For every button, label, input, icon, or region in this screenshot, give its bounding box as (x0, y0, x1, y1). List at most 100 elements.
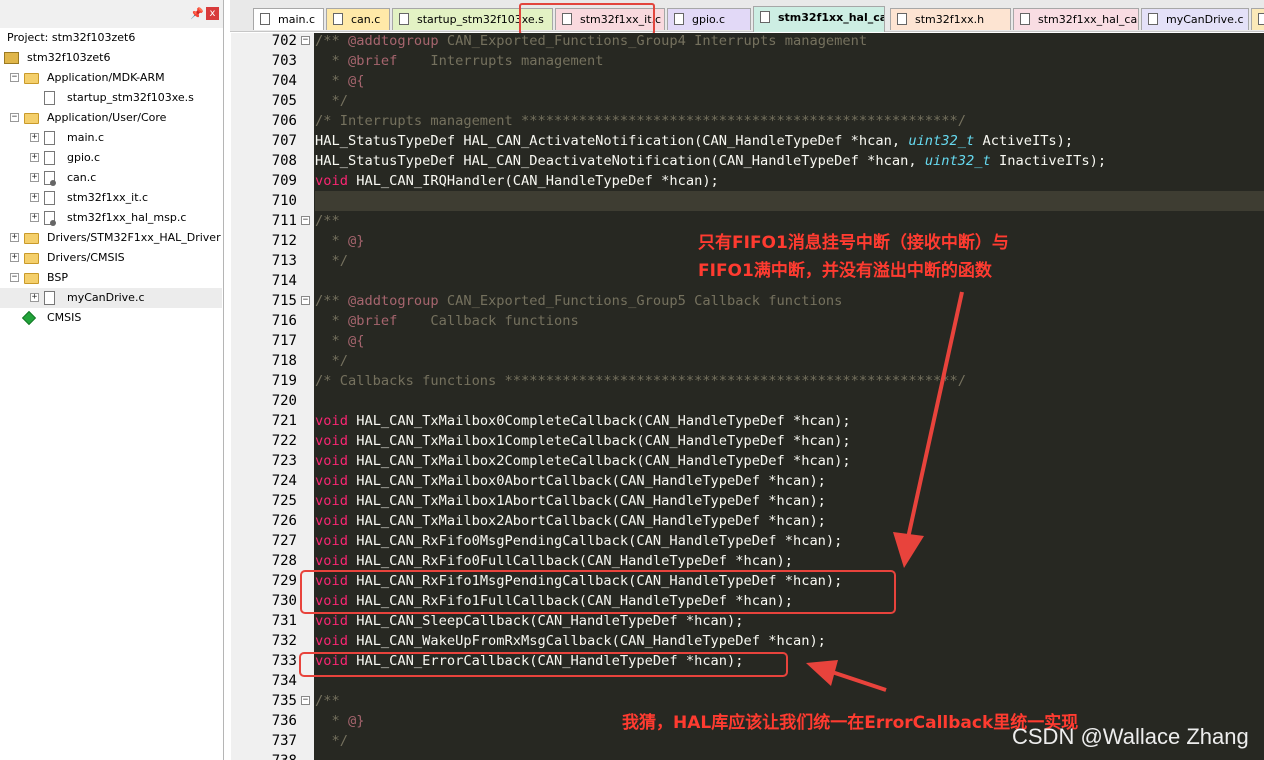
tab-startup-stm32f103xe-s[interactable]: startup_stm32f103xe.s (392, 8, 553, 30)
code-token: /* Callbacks functions *****************… (315, 373, 967, 389)
close-panel-icon[interactable]: x (206, 7, 219, 20)
tree-item[interactable]: CMSIS (0, 308, 222, 328)
pin-icon[interactable]: 📌 (190, 7, 204, 20)
code-line[interactable]: void HAL_CAN_RxFifo0MsgPendingCallback(C… (315, 531, 1264, 551)
tree-item[interactable]: + Drivers/STM32F1xx_HAL_Driver (0, 228, 222, 248)
tree-item[interactable]: + stm32f1xx_hal_msp.c (0, 208, 222, 228)
code-editor[interactable]: 702−703 704 705 706 707 708 709 710 711−712 713 71… (231, 33, 1264, 760)
collapse-icon[interactable]: − (10, 273, 19, 282)
code-line[interactable]: /* Interrupts management ***************… (315, 111, 1264, 131)
code-token: void (315, 613, 348, 629)
project-title: Project: stm32f103zet6 (0, 28, 222, 48)
tree-item[interactable]: − BSP (0, 268, 222, 288)
code-area[interactable]: /** @addtogroup CAN_Exported_Functions_G… (315, 33, 1264, 760)
tree-item[interactable]: + gpio.c (0, 148, 222, 168)
code-line[interactable]: HAL_StatusTypeDef HAL_CAN_ActivateNotifi… (315, 131, 1264, 151)
tree-item-label: stm32f103zet6 (27, 51, 111, 64)
code-line[interactable]: void HAL_CAN_SleepCallback(CAN_HandleTyp… (315, 611, 1264, 631)
code-line[interactable] (315, 391, 1264, 411)
file-icon (44, 131, 55, 145)
code-token: HAL_CAN_IRQHandler(CAN_HandleTypeDef *hc… (347, 173, 719, 189)
expand-icon[interactable]: + (30, 133, 39, 142)
tab-stm32f1xx-h[interactable]: stm32f1xx.h (890, 8, 1011, 30)
tab-label: stm32f1xx.h (915, 13, 985, 26)
tree-item[interactable]: + Drivers/CMSIS (0, 248, 222, 268)
tree-item[interactable]: − Application/User/Core (0, 108, 222, 128)
code-line[interactable]: /* Callbacks functions *****************… (315, 371, 1264, 391)
tab-stm32f1xx-hal-can-h[interactable]: stm32f1xx_hal_can.h (753, 6, 885, 32)
tree-item[interactable]: startup_stm32f103xe.s (0, 88, 222, 108)
code-line[interactable]: /** @addtogroup CAN_Exported_Functions_G… (315, 33, 1264, 51)
fold-toggle-icon[interactable]: − (301, 216, 310, 225)
code-line[interactable]: void HAL_CAN_TxMailbox0AbortCallback(CAN… (315, 471, 1264, 491)
code-line[interactable]: void HAL_CAN_TxMailbox1CompleteCallback(… (315, 431, 1264, 451)
code-token: HAL_CAN_TxMailbox0CompleteCallback(CAN_H… (347, 413, 851, 429)
code-line[interactable]: void HAL_CAN_RxFifo1FullCallback(CAN_Han… (315, 591, 1264, 611)
code-line[interactable]: void HAL_CAN_TxMailbox0CompleteCallback(… (315, 411, 1264, 431)
tree-item-label: Application/User/Core (47, 111, 167, 124)
code-line[interactable]: * @brief Callback functions (315, 311, 1264, 331)
expand-icon[interactable]: + (30, 153, 39, 162)
expand-icon[interactable]: + (10, 233, 19, 242)
tab-stm32f1xx-hal-can-c[interactable]: stm32f1xx_hal_can.c (1013, 8, 1139, 30)
code-token: @{ (347, 333, 365, 349)
file-tab-icon (1258, 13, 1264, 25)
file-tab-icon (674, 13, 684, 25)
tree-item[interactable]: + myCanDrive.c (0, 288, 222, 308)
tab-can-c[interactable]: can.c (326, 8, 390, 30)
code-line[interactable]: void HAL_CAN_TxMailbox2AbortCallback(CAN… (315, 511, 1264, 531)
code-line[interactable]: void HAL_CAN_TxMailbox1AbortCallback(CAN… (315, 491, 1264, 511)
code-line[interactable]: void HAL_CAN_RxFifo0FullCallback(CAN_Han… (315, 551, 1264, 571)
expand-icon[interactable]: + (10, 253, 19, 262)
line-number: 714 (271, 273, 297, 289)
folder-icon (24, 73, 39, 84)
code-token: HAL_CAN_TxMailbox2CompleteCallback(CAN_H… (347, 453, 851, 469)
code-token: @brief (347, 313, 398, 329)
collapse-icon[interactable]: − (10, 113, 19, 122)
project-panel: 📌 x Project: stm32f103zet6 stm32f103zet6… (0, 0, 224, 760)
code-line[interactable]: * @brief Interrupts management (315, 51, 1264, 71)
code-line[interactable] (315, 191, 1264, 211)
tree-item-label: stm32f1xx_hal_msp.c (67, 211, 187, 224)
tree-item[interactable]: + can.c (0, 168, 222, 188)
tree-item-label: can.c (67, 171, 97, 184)
tab-mycandrive-c[interactable]: myCanDrive.c (1141, 8, 1249, 30)
code-line[interactable]: * @{ (315, 71, 1264, 91)
tab-gpio-c[interactable]: gpio.c (667, 8, 751, 30)
tab-label: stm32f1xx_hal_can.h (778, 11, 884, 24)
expand-icon[interactable]: + (30, 193, 39, 202)
expand-icon[interactable]: + (30, 213, 39, 222)
tab-stm32f1xx-it-c[interactable]: stm32f1xx_it.c (555, 8, 665, 30)
code-line[interactable]: void HAL_CAN_WakeUpFromRxMsgCallback(CAN… (315, 631, 1264, 651)
line-number: 722 (271, 433, 297, 449)
tree-item-label: stm32f1xx_it.c (67, 191, 149, 204)
tab-overflow[interactable] (1251, 8, 1264, 30)
fold-toggle-icon[interactable]: − (301, 696, 310, 705)
code-line[interactable]: /** @addtogroup CAN_Exported_Functions_G… (315, 291, 1264, 311)
code-line[interactable]: void HAL_CAN_TxMailbox2CompleteCallback(… (315, 451, 1264, 471)
collapse-icon[interactable]: − (10, 73, 19, 82)
code-line[interactable]: void HAL_CAN_ErrorCallback(CAN_HandleTyp… (315, 651, 1264, 671)
line-number: 730 (271, 593, 297, 609)
expand-icon[interactable]: + (30, 293, 39, 302)
code-token: */ (315, 733, 348, 749)
fold-toggle-icon[interactable]: − (301, 36, 310, 45)
tree-item[interactable]: stm32f103zet6 (0, 48, 222, 68)
tab-main-c[interactable]: main.c (253, 8, 324, 30)
code-line[interactable]: void HAL_CAN_IRQHandler(CAN_HandleTypeDe… (315, 171, 1264, 191)
code-line[interactable]: void HAL_CAN_RxFifo1MsgPendingCallback(C… (315, 571, 1264, 591)
code-line[interactable]: */ (315, 351, 1264, 371)
fold-toggle-icon[interactable]: − (301, 296, 310, 305)
code-line[interactable] (315, 751, 1264, 760)
code-line[interactable]: * @{ (315, 331, 1264, 351)
line-number: 728 (271, 553, 297, 569)
tree-item[interactable]: + stm32f1xx_it.c (0, 188, 222, 208)
tree-item[interactable]: + main.c (0, 128, 222, 148)
line-number: 733 (271, 653, 297, 669)
tree-item[interactable]: − Application/MDK-ARM (0, 68, 222, 88)
code-line[interactable]: HAL_StatusTypeDef HAL_CAN_DeactivateNoti… (315, 151, 1264, 171)
code-line[interactable]: */ (315, 91, 1264, 111)
code-token: HAL_CAN_TxMailbox2AbortCallback(CAN_Hand… (347, 513, 826, 529)
expand-icon[interactable]: + (30, 173, 39, 182)
code-line[interactable] (315, 671, 1264, 691)
